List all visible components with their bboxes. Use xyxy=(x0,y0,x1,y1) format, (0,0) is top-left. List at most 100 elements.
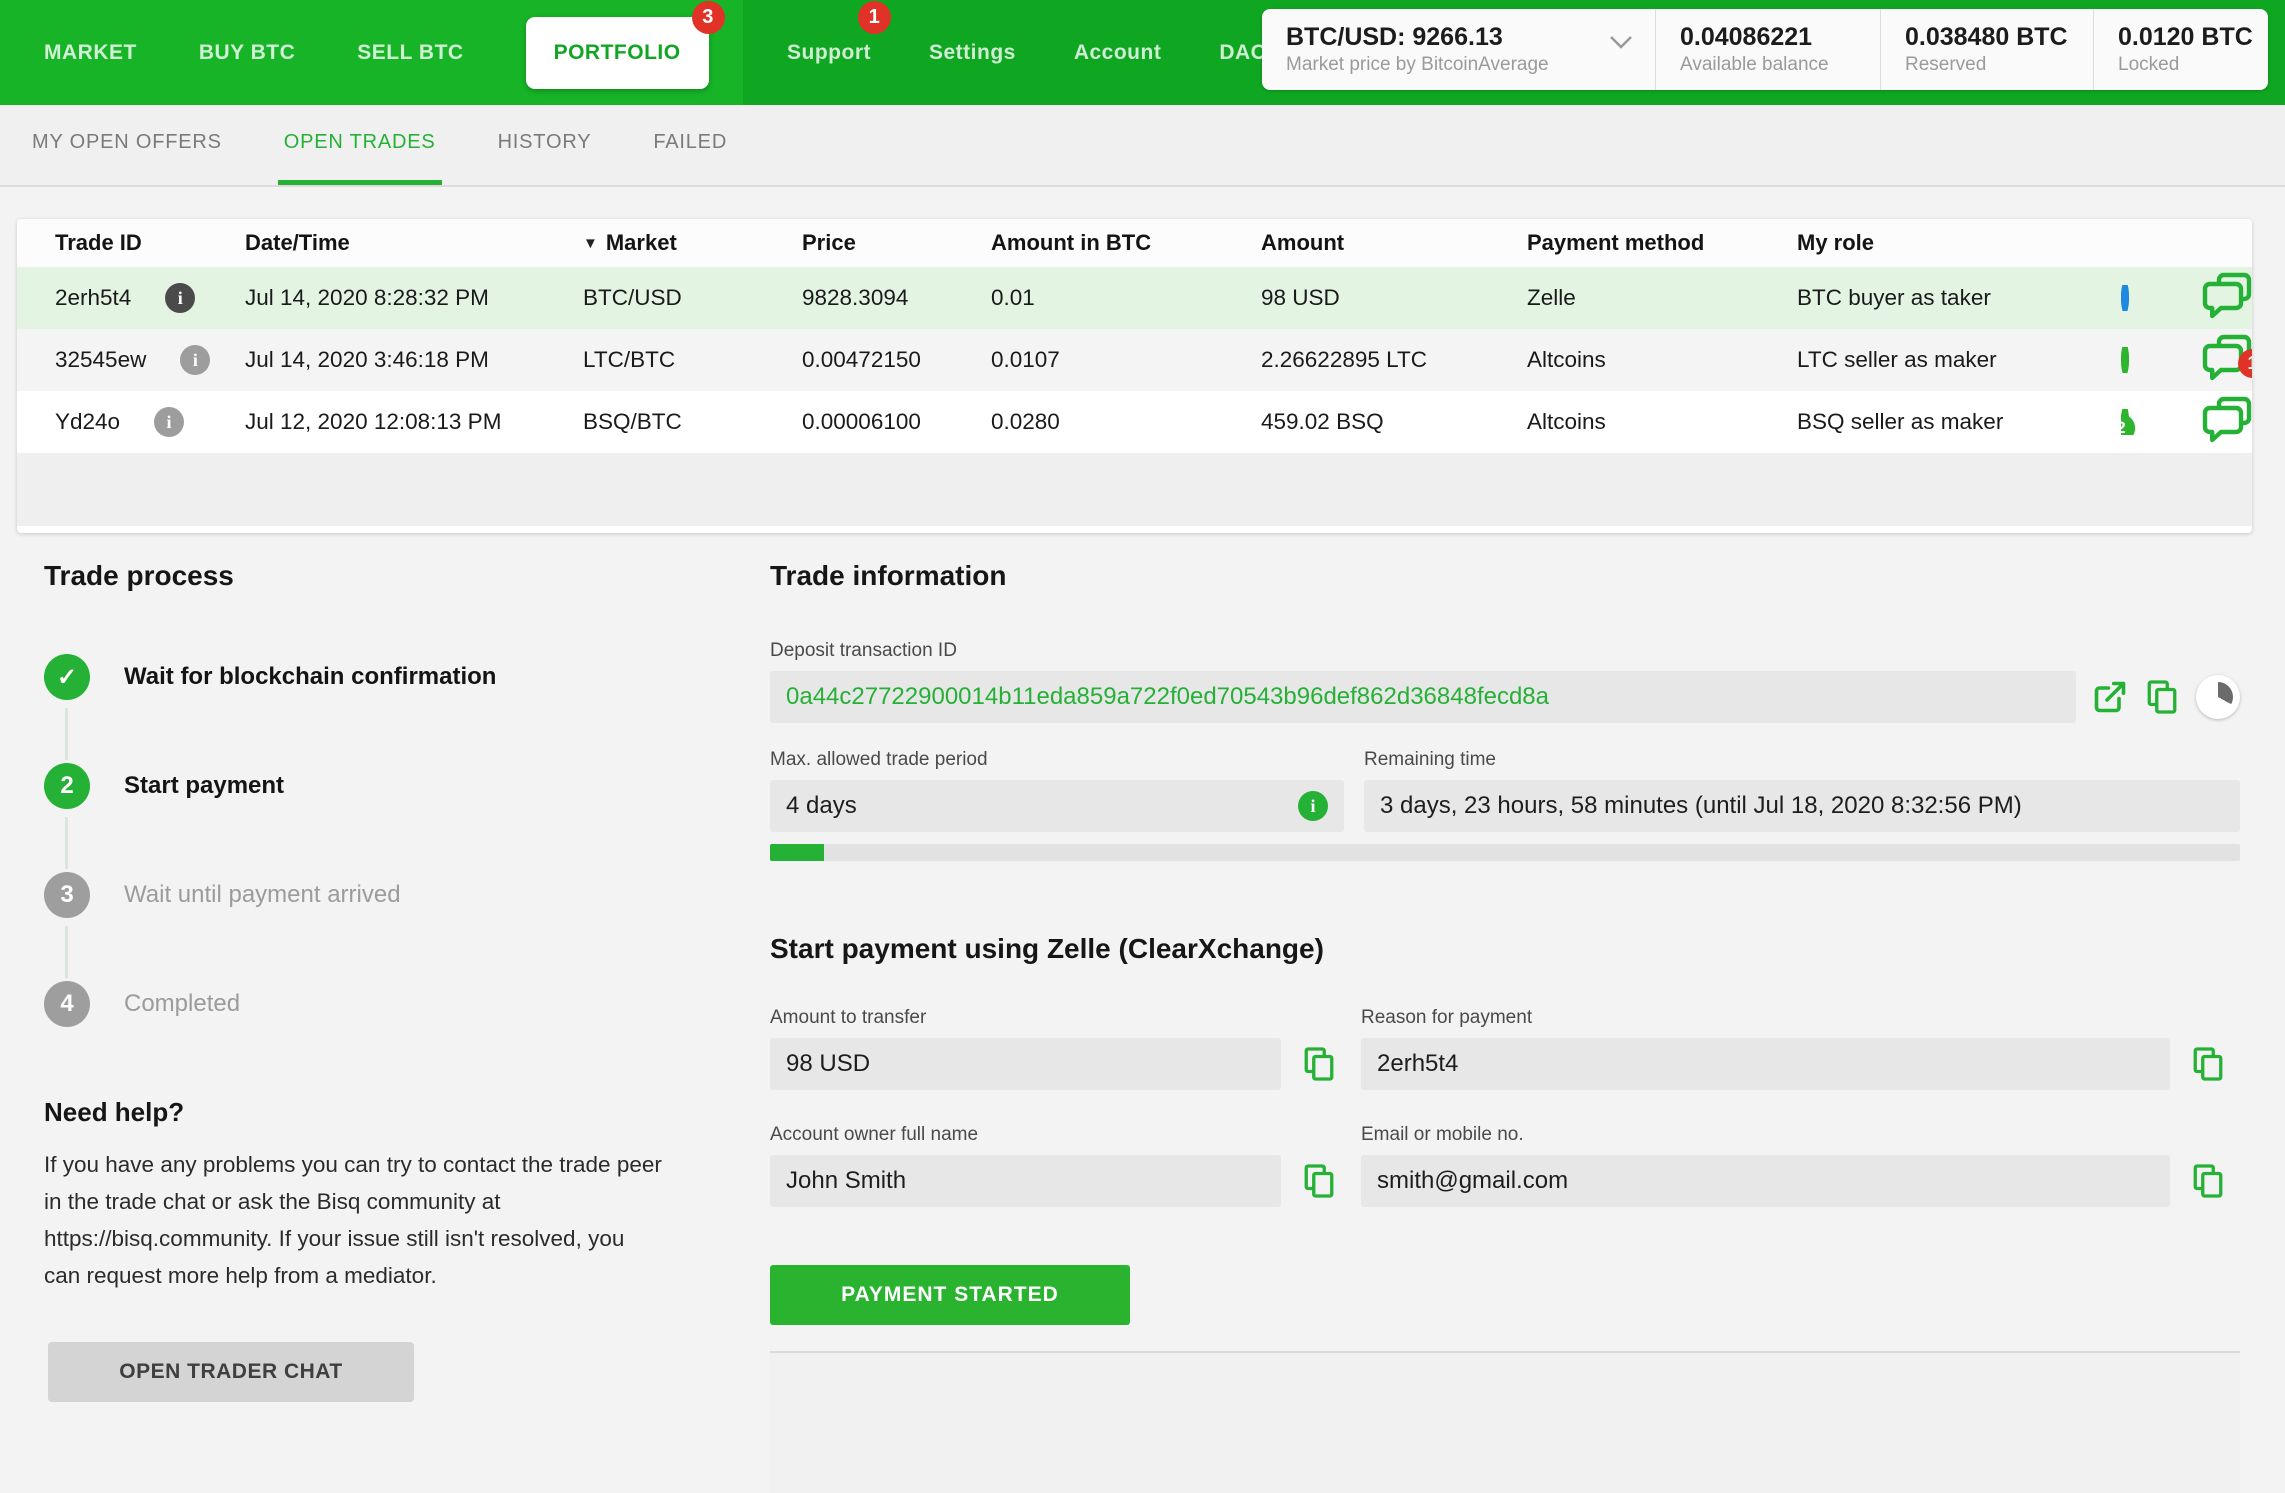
top-nav-left: MARKET BUY BTC SELL BTC PORTFOLIO 3 FUND… xyxy=(0,0,845,105)
tab-failed[interactable]: FAILED xyxy=(647,105,733,185)
step-label: Wait until payment arrived xyxy=(124,881,401,908)
tab-my-open-offers[interactable]: MY OPEN OFFERS xyxy=(26,105,228,185)
trade-datetime: Jul 14, 2020 8:28:32 PM xyxy=(245,285,489,310)
nav-support[interactable]: Support 1 xyxy=(787,0,891,65)
open-external-icon[interactable] xyxy=(2092,679,2128,715)
nav-portfolio-label: PORTFOLIO xyxy=(553,40,681,64)
step-number: 3 xyxy=(44,872,90,918)
col-my-role[interactable]: My role xyxy=(1797,230,2121,256)
payment-started-button[interactable]: PAYMENT STARTED xyxy=(770,1265,1130,1325)
chevron-down-icon[interactable] xyxy=(1609,35,1633,49)
available-balance-label: Available balance xyxy=(1680,53,1829,75)
table-row[interactable]: 2erh5t4 i Jul 14, 2020 8:28:32 PM BTC/US… xyxy=(17,267,2252,329)
panel-footer xyxy=(770,1353,2240,1493)
trade-market: LTC/BTC xyxy=(583,347,676,372)
step-completed: 4 Completed xyxy=(44,981,704,1027)
portfolio-subnav: MY OPEN OFFERS OPEN TRADES HISTORY FAILE… xyxy=(0,105,2285,187)
ticker-price: BTC/USD: 9266.13 xyxy=(1286,22,1503,51)
trade-chat-icon[interactable]: 1 xyxy=(2201,334,2252,386)
portfolio-badge: 3 xyxy=(691,0,725,34)
step-number: 4 xyxy=(44,981,90,1027)
nav-settings[interactable]: Settings xyxy=(929,41,1016,65)
open-trades-table: Trade ID Date/Time ▼ Market Price Amount … xyxy=(17,219,2252,533)
trade-amount: 459.02 BSQ xyxy=(1261,409,1384,434)
support-badge: 1 xyxy=(857,0,891,34)
col-amount[interactable]: Amount xyxy=(1261,230,1527,256)
col-datetime[interactable]: Date/Time xyxy=(245,230,583,256)
peer-avatar[interactable]: 2 xyxy=(2121,409,2135,435)
copy-icon[interactable] xyxy=(2190,1163,2226,1199)
trade-chat-icon[interactable] xyxy=(2201,272,2252,324)
nav-market[interactable]: MARKET xyxy=(44,41,137,65)
info-icon[interactable]: i xyxy=(165,283,196,313)
ticker-available: 0.04086221 Available balance xyxy=(1655,9,1880,90)
step-wait-payment-arrived: 3 Wait until payment arrived xyxy=(44,872,704,978)
remaining-time-value: 3 days, 23 hours, 58 minutes (until Jul … xyxy=(1364,780,2240,832)
copy-icon[interactable] xyxy=(2144,679,2180,715)
tab-open-trades[interactable]: OPEN TRADES xyxy=(277,105,442,185)
locked-label: Locked xyxy=(2118,53,2180,75)
table-row[interactable]: 32545ew i Jul 14, 2020 3:46:18 PM LTC/BT… xyxy=(17,329,2252,391)
col-trade-id[interactable]: Trade ID xyxy=(17,230,245,256)
nav-support-label: Support xyxy=(787,40,871,64)
copy-icon[interactable] xyxy=(1301,1163,1337,1199)
trade-amount: 2.26622895 LTC xyxy=(1261,347,1427,372)
email-or-mobile-label: Email or mobile no. xyxy=(1361,1124,1524,1145)
col-market[interactable]: ▼ Market xyxy=(583,230,802,256)
copy-icon[interactable] xyxy=(2190,1046,2226,1082)
peer-avatar[interactable] xyxy=(2121,347,2129,373)
trade-price: 0.00006100 xyxy=(802,409,921,434)
col-market-label: Market xyxy=(605,230,677,255)
nav-sell-btc[interactable]: SELL BTC xyxy=(357,41,463,65)
info-icon[interactable]: i xyxy=(1298,791,1328,821)
trade-my-role: LTC seller as maker xyxy=(1797,347,1997,372)
need-help-title: Need help? xyxy=(44,1097,185,1127)
trade-chat-icon[interactable] xyxy=(2201,396,2252,448)
trade-amount-btc: 0.0280 xyxy=(991,409,1060,434)
ticker-price-cell[interactable]: BTC/USD: 9266.13 Market price by Bitcoin… xyxy=(1262,9,1655,90)
table-row[interactable]: Yd24o i Jul 12, 2020 12:08:13 PM BSQ/BTC… xyxy=(17,391,2252,453)
top-nav-right: Support 1 Settings Account DAO BTC/USD: … xyxy=(743,0,2285,105)
bisq-window: MARKET BUY BTC SELL BTC PORTFOLIO 3 FUND… xyxy=(0,0,2285,1493)
tab-history[interactable]: HISTORY xyxy=(492,105,598,185)
account-owner-value[interactable]: John Smith xyxy=(770,1155,1281,1207)
nav-portfolio[interactable]: PORTFOLIO 3 xyxy=(525,0,725,89)
available-balance-value: 0.04086221 xyxy=(1680,22,1813,51)
info-icon[interactable]: i xyxy=(180,345,211,375)
reason-for-payment-value[interactable]: 2erh5t4 xyxy=(1361,1038,2170,1090)
open-trader-chat-button[interactable]: OPEN TRADER CHAT xyxy=(48,1342,414,1402)
trade-information-panel: Trade information Deposit transaction ID… xyxy=(770,560,2240,1493)
info-icon[interactable]: i xyxy=(154,407,185,437)
col-payment-method[interactable]: Payment method xyxy=(1527,230,1797,256)
col-amount-btc[interactable]: Amount in BTC xyxy=(991,230,1261,256)
col-price[interactable]: Price xyxy=(802,230,991,256)
copy-icon[interactable] xyxy=(1301,1046,1337,1082)
trade-period-value: 4 days i xyxy=(770,780,1344,832)
trade-price: 9828.3094 xyxy=(802,285,909,310)
step-number: 2 xyxy=(44,763,90,809)
trade-market: BTC/USD xyxy=(583,285,682,310)
deposit-txid-value[interactable]: 0a44c27722900014b11eda859a722f0ed70543b9… xyxy=(770,671,2076,723)
trade-period-progressbar xyxy=(770,844,2240,861)
email-or-mobile-value[interactable]: smith@gmail.com xyxy=(1361,1155,2170,1207)
trade-process-title: Trade process xyxy=(44,560,234,591)
trade-datetime: Jul 14, 2020 3:46:18 PM xyxy=(245,347,489,372)
trade-payment-method: Zelle xyxy=(1527,285,1576,310)
reserved-label: Reserved xyxy=(1905,53,1987,75)
step-wait-confirmation: ✓ Wait for blockchain confirmation xyxy=(44,654,704,760)
start-payment-title: Start payment using Zelle (ClearXchange) xyxy=(770,933,1324,964)
nav-buy-btc[interactable]: BUY BTC xyxy=(199,41,295,65)
reason-for-payment-label: Reason for payment xyxy=(1361,1007,1533,1028)
nav-account[interactable]: Account xyxy=(1074,41,1162,65)
trade-market: BSQ/BTC xyxy=(583,409,682,434)
top-nav: MARKET BUY BTC SELL BTC PORTFOLIO 3 FUND… xyxy=(0,0,2285,105)
need-help-section: Need help? If you have any problems you … xyxy=(44,1097,704,1402)
ticker-price-source: Market price by BitcoinAverage xyxy=(1286,53,1549,75)
check-icon: ✓ xyxy=(44,654,90,700)
step-label: Start payment xyxy=(124,772,285,799)
table-header: Trade ID Date/Time ▼ Market Price Amount … xyxy=(17,219,2252,267)
peer-avatar[interactable] xyxy=(2121,285,2129,311)
amount-to-transfer-value[interactable]: 98 USD xyxy=(770,1038,1281,1090)
step-label: Completed xyxy=(124,990,241,1017)
nav-dao[interactable]: DAO xyxy=(1219,41,1267,65)
